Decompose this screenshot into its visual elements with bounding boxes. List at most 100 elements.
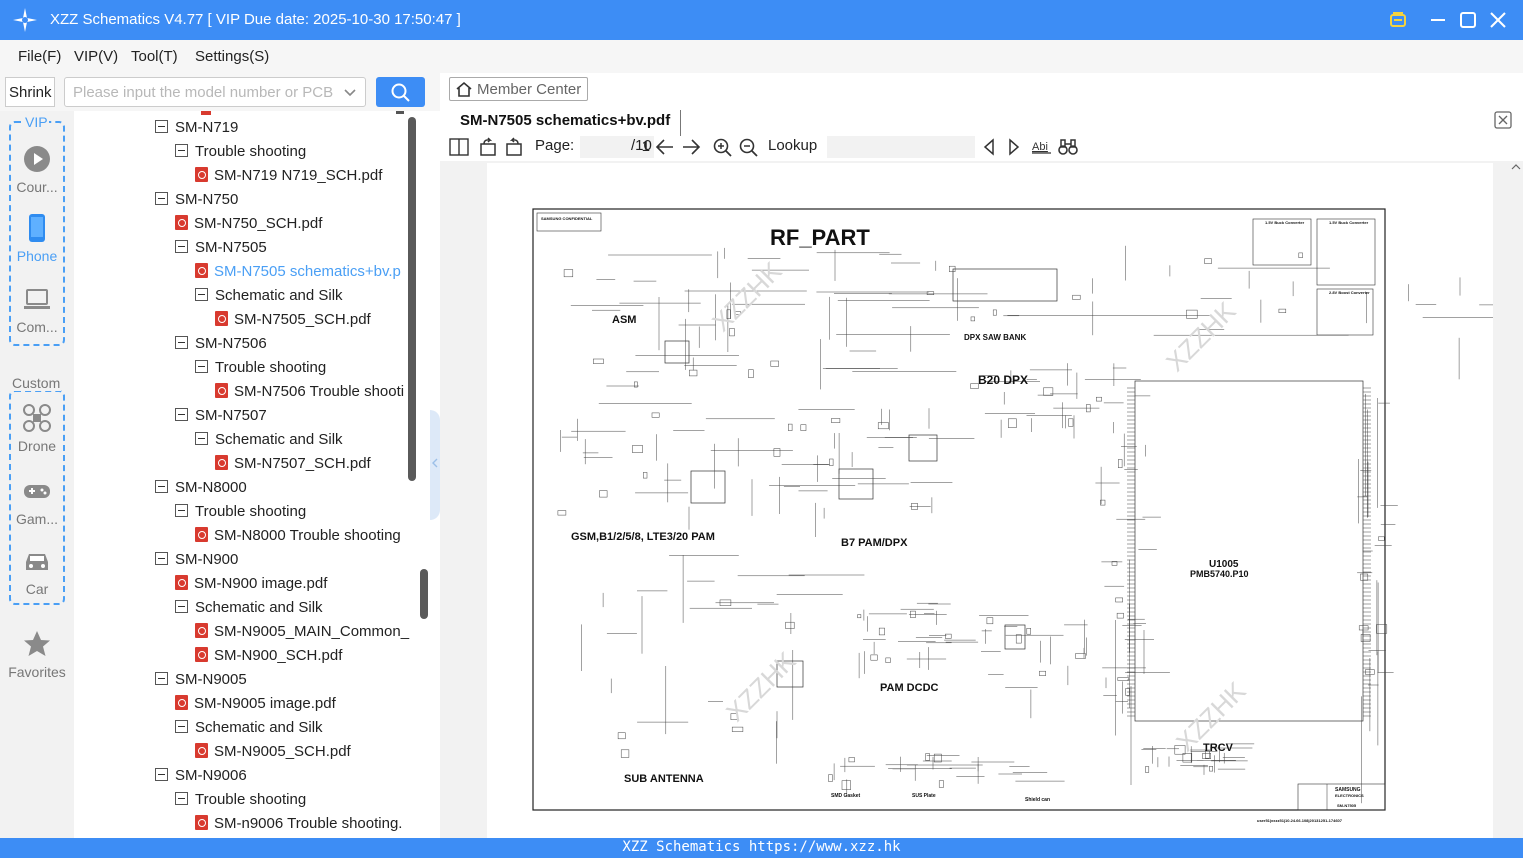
tree-folder-item[interactable]: SM-N9005 <box>155 671 247 695</box>
tree-folder-item[interactable]: Schematic and Silk <box>195 287 343 311</box>
tree-pdf-item[interactable]: SM-n9006 Trouble shooting. <box>195 815 402 838</box>
menu-settings[interactable]: Settings(S) <box>195 48 269 65</box>
favorites-button[interactable]: Favorites <box>0 629 74 680</box>
tree-item-label: Trouble shooting <box>195 503 307 520</box>
menu-file[interactable]: File(F) <box>18 48 61 65</box>
schematic-label: Shield can <box>1025 797 1050 803</box>
tree-pdf-item[interactable]: SM-N9005 image.pdf <box>175 695 336 719</box>
menu-vip[interactable]: VIP(V) <box>74 48 118 65</box>
collapse-icon[interactable] <box>155 768 168 781</box>
collapse-icon[interactable] <box>175 600 188 613</box>
tree-folder-item[interactable]: Trouble shooting <box>195 359 326 383</box>
lookup-input[interactable] <box>827 136 975 158</box>
tree-pdf-item[interactable]: SM-N900 image.pdf <box>175 575 327 599</box>
collapse-icon[interactable] <box>175 144 188 157</box>
shrink-button[interactable]: Shrink <box>5 77 55 107</box>
tree-folder-item[interactable]: Trouble shooting <box>175 503 306 527</box>
star-icon <box>24 631 50 656</box>
collapse-icon[interactable] <box>175 792 188 805</box>
next-page-icon[interactable] <box>681 138 701 156</box>
collapse-icon[interactable] <box>175 720 188 733</box>
pdf-viewer[interactable]: RF_PART ASM DPX SAW BANK B20 DPX GSM,B1/2/5/… <box>440 161 1523 838</box>
pdf-icon <box>175 575 188 590</box>
chevron-down-icon[interactable] <box>343 87 357 99</box>
collapse-icon[interactable] <box>195 360 208 373</box>
menu-tool[interactable]: Tool(T) <box>131 48 178 65</box>
rotate-right-icon[interactable] <box>504 137 524 157</box>
pdf-icon <box>175 695 188 710</box>
zoom-in-icon[interactable] <box>713 138 733 158</box>
rotate-left-icon[interactable] <box>478 137 498 157</box>
tree-folder-item[interactable]: Trouble shooting <box>175 143 306 167</box>
collapse-icon[interactable] <box>195 288 208 301</box>
vip-badge-icon[interactable] <box>1387 9 1409 31</box>
tree-scrollbar-thumb[interactable] <box>408 117 416 481</box>
collapse-icon[interactable] <box>155 120 168 133</box>
tree-folder-item[interactable]: Trouble shooting <box>175 791 306 815</box>
match-case-icon[interactable]: Abi <box>1032 138 1052 156</box>
tree-folder-item[interactable]: SM-N719 <box>155 119 238 143</box>
category-phone[interactable]: Phone <box>0 213 74 264</box>
tree-folder-item[interactable]: SM-N7507 <box>175 407 267 431</box>
model-tree[interactable]: SM-N719 Trouble shooting SM-N719 N719_SCH.… <box>74 111 418 838</box>
search-button[interactable] <box>376 77 425 107</box>
model-search-combobox[interactable] <box>64 77 366 107</box>
model-search-input[interactable] <box>65 78 335 106</box>
scroll-up-arrow-icon[interactable] <box>1511 163 1521 171</box>
tree-pdf-item[interactable]: SM-N7505_SCH.pdf <box>215 311 371 335</box>
tree-folder-item[interactable]: SM-N9006 <box>155 767 247 791</box>
tree-pdf-item[interactable]: SM-N7505 schematics+bv.p <box>195 263 401 287</box>
sidebar-toggle-icon[interactable] <box>449 138 469 156</box>
tree-folder-item[interactable]: SM-N7506 <box>175 335 267 359</box>
tree-pdf-item[interactable]: SM-N750_SCH.pdf <box>175 215 322 239</box>
collapse-icon[interactable] <box>175 408 188 421</box>
schematic-label: RF_PART <box>770 225 870 250</box>
tree-item-label: SM-N7507 <box>195 407 267 424</box>
schematic-label: ASM <box>612 314 636 326</box>
previous-page-icon[interactable] <box>655 138 675 156</box>
minimize-icon[interactable] <box>1427 9 1449 31</box>
tree-folder-item[interactable]: SM-N750 <box>155 191 238 215</box>
close-document-icon[interactable] <box>1494 111 1512 129</box>
tree-pdf-item[interactable]: SM-N8000 Trouble shooting <box>195 527 401 551</box>
tree-pdf-item[interactable]: SM-N9005_SCH.pdf <box>195 743 351 767</box>
tree-folder-item[interactable]: SM-N8000 <box>155 479 247 503</box>
collapse-icon[interactable] <box>155 480 168 493</box>
tree-folder-item[interactable]: Schematic and Silk <box>175 599 323 623</box>
panel-scrollbar-thumb[interactable] <box>420 569 428 619</box>
tree-pdf-item[interactable]: SM-N9005_MAIN_Common_ <box>195 623 409 647</box>
category-courses[interactable]: Cour... <box>0 144 74 195</box>
tree-item-label: Trouble shooting <box>195 143 307 160</box>
category-computer[interactable]: Com... <box>0 284 74 335</box>
tree-pdf-item[interactable]: SM-N719 N719_SCH.pdf <box>195 167 382 191</box>
collapse-icon[interactable] <box>195 432 208 445</box>
collapse-icon[interactable] <box>155 672 168 685</box>
category-gaming[interactable]: Gam... <box>0 476 74 527</box>
member-center-button[interactable]: Member Center <box>449 77 588 101</box>
tree-folder-item[interactable]: Schematic and Silk <box>175 719 323 743</box>
category-car[interactable]: Car <box>0 546 74 597</box>
tree-item-label: SM-N7506 Trouble shooti <box>234 383 405 400</box>
tree-folder-item[interactable]: Schematic and Silk <box>195 431 343 455</box>
document-pane: Member Center SM-N7505 schematics+bv.pdf… <box>440 73 1523 838</box>
collapse-icon[interactable] <box>155 552 168 565</box>
tree-pdf-item[interactable]: SM-N900_SCH.pdf <box>195 647 342 671</box>
tree-pdf-item[interactable]: SM-N7507_SCH.pdf <box>215 455 371 479</box>
tree-folder-item[interactable]: SM-N900 <box>155 551 238 575</box>
find-previous-icon[interactable] <box>981 138 997 156</box>
find-next-icon[interactable] <box>1006 138 1022 156</box>
collapse-icon[interactable] <box>175 336 188 349</box>
close-icon[interactable] <box>1487 9 1509 31</box>
tree-item-label: SM-N750_SCH.pdf <box>194 215 323 232</box>
binoculars-icon[interactable] <box>1058 138 1078 156</box>
maximize-icon[interactable] <box>1457 9 1479 31</box>
category-drone[interactable]: Drone <box>0 403 74 454</box>
zoom-out-icon[interactable] <box>739 138 759 158</box>
panel-splitter[interactable] <box>430 410 440 520</box>
collapse-icon[interactable] <box>175 504 188 517</box>
collapse-icon[interactable] <box>175 240 188 253</box>
document-tab[interactable]: SM-N7505 schematics+bv.pdf <box>450 110 682 136</box>
collapse-icon[interactable] <box>155 192 168 205</box>
tree-pdf-item[interactable]: SM-N7506 Trouble shooti <box>215 383 404 407</box>
tree-folder-item[interactable]: SM-N7505 <box>175 239 267 263</box>
